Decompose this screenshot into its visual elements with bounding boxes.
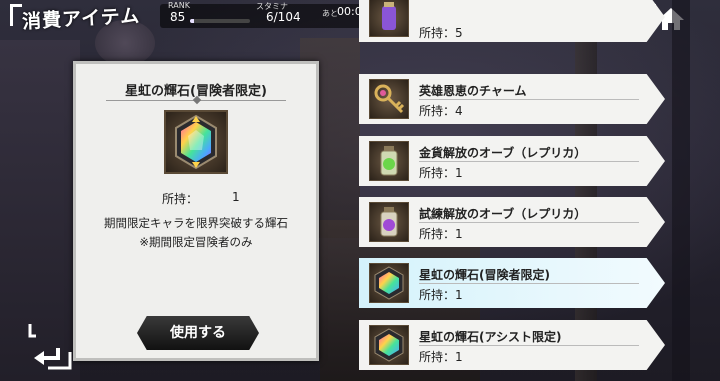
list-item-owned: 所持：5 [419, 26, 463, 40]
detail-owned-value: 1 [232, 190, 240, 204]
list-item[interactable]: 試練解放のオーブ（レプリカ） 所持：1 [359, 197, 665, 247]
rank-label: RANK [168, 1, 190, 10]
list-item[interactable]: 英雄恩恵のチャーム 所持：4 [359, 74, 665, 124]
stamina-bar-fill [190, 19, 194, 23]
list-item[interactable]: 金貨解放のオーブ（レプリカ） 所持：1 [359, 136, 665, 186]
list-item[interactable]: 星虹の輝石(アシスト限定) 所持：1 [359, 320, 665, 370]
title-bracket [10, 4, 22, 26]
detail-owned-label: 所持： [162, 192, 199, 206]
stamina-value: 6/104 [266, 10, 301, 24]
stamina-bar [190, 19, 250, 23]
list-item-divider [419, 283, 639, 284]
rainbow-gem-icon [369, 325, 409, 365]
green-orb-jar-icon [369, 141, 409, 181]
list-item-owned: 所持：1 [419, 166, 463, 180]
list-scroll-edge [672, 0, 690, 381]
page-title: 消費アイテム [21, 4, 141, 34]
list-item-name: 金貨解放のオーブ（レプリカ） [419, 146, 587, 160]
description-line-2: ※期間限定冒険者のみ [139, 235, 253, 249]
item-detail-panel: 星虹の輝石(冒険者限定) 所持： 1 期間限定キャラを限界突破する輝石 ※期間限… [73, 61, 319, 361]
item-list[interactable]: 所持：5 英雄恩恵のチャーム 所持：4 金貨解放のオーブ（レプリカ） 所持：1 … [359, 0, 669, 381]
list-item-name: 星虹の輝石(冒険者限定) [419, 268, 550, 282]
key-charm-icon [369, 79, 409, 119]
list-item-name: 英雄恩恵のチャーム [419, 84, 527, 98]
rainbow-gem-icon [175, 114, 217, 170]
list-item-owned: 所持：4 [419, 104, 463, 118]
detail-description: 期間限定キャラを限界突破する輝石 ※期間限定冒険者のみ [76, 214, 316, 252]
list-item[interactable]: 所持：5 [359, 0, 665, 42]
detail-item-image [164, 110, 228, 174]
list-item-divider [419, 99, 639, 100]
description-line-1: 期間限定キャラを限界突破する輝石 [104, 216, 288, 230]
purple-orb-jar-icon [369, 202, 409, 242]
list-item-divider [419, 222, 639, 223]
list-item-owned: 所持：1 [419, 288, 463, 302]
list-item-divider [419, 161, 639, 162]
back-button[interactable] [28, 322, 72, 370]
list-item-selected[interactable]: 星虹の輝石(冒険者限定) 所持：1 [359, 258, 665, 308]
rank-value: 85 [170, 10, 186, 24]
list-item-name: 星虹の輝石(アシスト限定) [419, 330, 562, 344]
purple-bottle-icon [369, 0, 409, 37]
rainbow-gem-icon [369, 263, 409, 303]
back-arrow-icon [28, 324, 72, 370]
list-item-name: 試練解放のオーブ（レプリカ） [419, 207, 587, 221]
list-item-divider [419, 345, 639, 346]
list-item-owned: 所持：1 [419, 350, 463, 364]
recover-label: あと [322, 9, 338, 18]
list-item-owned: 所持：1 [419, 227, 463, 241]
use-button[interactable]: 使用する [137, 316, 259, 350]
